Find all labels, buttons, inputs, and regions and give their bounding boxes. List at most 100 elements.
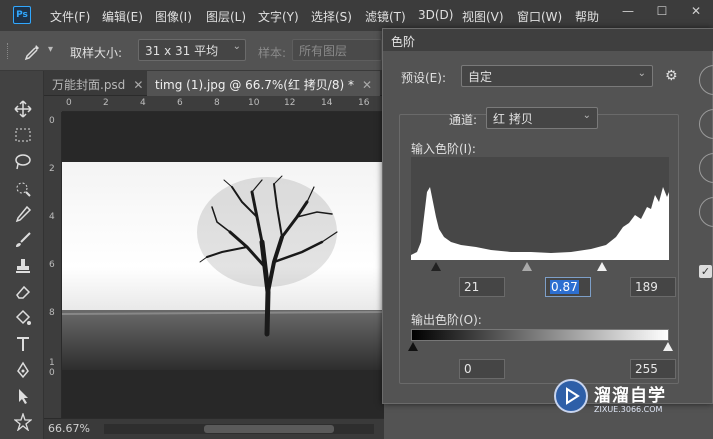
- horizontal-ruler: 0 2 4 6 8 10 12 14 16: [62, 96, 384, 112]
- ruler-tick: 2: [49, 164, 55, 174]
- status-bar: 66.67%: [44, 418, 384, 439]
- ruler-tick: 16: [358, 98, 370, 108]
- menu-layer[interactable]: 图层(L): [206, 8, 246, 25]
- output-black-slider[interactable]: [408, 342, 418, 351]
- lasso-tool-icon[interactable]: [10, 151, 36, 173]
- ruler-tick: 14: [321, 98, 333, 108]
- menu-view[interactable]: 视图(V): [462, 8, 504, 25]
- document-tabs: 万能封面.psd ✕ timg (1).jpg @ 66.7%(红 拷贝/8) *…: [44, 71, 384, 96]
- output-black-field[interactable]: 0: [459, 359, 505, 379]
- eyedropper-tool-icon[interactable]: [10, 203, 36, 225]
- tool-preset-chevron-icon[interactable]: ▾: [48, 44, 53, 55]
- vertical-ruler: 0 2 4 6 8 1 0: [44, 112, 62, 418]
- tab-label: 万能封面.psd: [52, 78, 126, 92]
- minimize-button[interactable]: —: [611, 0, 645, 22]
- ruler-tick: 6: [177, 98, 183, 108]
- menu-type[interactable]: 文字(Y): [258, 8, 299, 25]
- input-gamma-slider[interactable]: [522, 262, 532, 271]
- options-button[interactable]: [699, 197, 713, 227]
- watermark-url: ZIXUE.3066.COM: [594, 405, 663, 414]
- dialog-title[interactable]: 色阶: [383, 29, 713, 51]
- brush-tool-icon[interactable]: [10, 229, 36, 251]
- menu-filter[interactable]: 滤镜(T): [365, 8, 406, 25]
- menu-file[interactable]: 文件(F): [50, 8, 90, 25]
- photoshop-logo-icon[interactable]: Ps: [13, 6, 31, 24]
- channel-value: 红 拷贝: [493, 112, 533, 126]
- ruler-tick: 1 0: [49, 358, 55, 378]
- ruler-tick: 0: [49, 116, 55, 126]
- menu-image[interactable]: 图像(I): [155, 8, 192, 25]
- menu-bar: Ps 文件(F) 编辑(E) 图像(I) 图层(L) 文字(Y) 选择(S) 滤…: [0, 0, 713, 31]
- sample-size-select[interactable]: 31 x 31 平均 ⌄: [138, 39, 246, 61]
- marquee-tool-icon[interactable]: [10, 124, 36, 146]
- ruler-corner: [44, 96, 62, 112]
- horizontal-scrollbar[interactable]: [104, 424, 374, 434]
- move-tool-icon[interactable]: [10, 98, 36, 120]
- tab-timg-jpg[interactable]: timg (1).jpg @ 66.7%(红 拷贝/8) * ✕: [147, 71, 381, 96]
- tab-wanneng-psd[interactable]: 万能封面.psd ✕: [44, 71, 151, 96]
- watermark-title: 溜溜自学: [594, 386, 666, 406]
- input-white-slider[interactable]: [597, 262, 607, 271]
- input-white-field[interactable]: 189: [630, 277, 676, 297]
- custom-shape-tool-icon[interactable]: [10, 411, 36, 433]
- gear-icon[interactable]: ⚙: [665, 68, 678, 84]
- sample-layer-select[interactable]: 所有图层: [292, 39, 382, 61]
- window-controls: — ☐ ✕: [611, 0, 713, 22]
- ruler-tick: 2: [103, 98, 109, 108]
- play-logo-icon: [554, 379, 588, 413]
- paint-bucket-tool-icon[interactable]: [10, 307, 36, 329]
- channel-select[interactable]: 红 拷贝 ⌄: [486, 107, 598, 129]
- preset-label: 预设(E):: [401, 71, 446, 85]
- input-gamma-field[interactable]: 0.87: [545, 277, 591, 297]
- channel-label: 通道:: [449, 113, 478, 127]
- menu-3d[interactable]: 3D(D): [418, 8, 453, 22]
- chevron-down-icon: ⌄: [582, 110, 591, 121]
- histogram: [411, 157, 669, 260]
- close-icon[interactable]: ✕: [362, 78, 372, 92]
- sample-layer-label: 样本:: [258, 46, 287, 60]
- ruler-tick: 0: [66, 98, 72, 108]
- output-gradient: [411, 329, 669, 341]
- ruler-tick: 6: [49, 260, 55, 270]
- output-white-field[interactable]: 255: [630, 359, 676, 379]
- ruler-tick: 8: [49, 308, 55, 318]
- scroll-thumb[interactable]: [204, 425, 334, 433]
- menu-select[interactable]: 选择(S): [311, 8, 352, 25]
- ruler-tick: 10: [248, 98, 260, 108]
- ok-button[interactable]: [699, 65, 713, 95]
- menu-edit[interactable]: 编辑(E): [102, 8, 143, 25]
- chevron-down-icon: ⌄: [637, 68, 646, 79]
- preset-select[interactable]: 自定 ⌄: [461, 65, 653, 87]
- levels-dialog: 色阶 预设(E): 自定 ⌄ ⚙ 通道: 红 拷贝 ⌄ 输入色阶(I): 21 …: [382, 28, 713, 404]
- auto-button[interactable]: [699, 153, 713, 183]
- eyedropper-icon[interactable]: [22, 43, 42, 61]
- eraser-tool-icon[interactable]: [10, 281, 36, 303]
- ruler-tick: 8: [214, 98, 220, 108]
- stamp-tool-icon[interactable]: [10, 255, 36, 277]
- input-black-slider[interactable]: [431, 262, 441, 271]
- pen-tool-icon[interactable]: [10, 359, 36, 381]
- output-white-slider[interactable]: [663, 342, 673, 351]
- sample-size-label: 取样大小:: [70, 46, 123, 60]
- path-selection-tool-icon[interactable]: [10, 385, 36, 407]
- tree-photo: [62, 162, 384, 370]
- zoom-readout[interactable]: 66.67%: [48, 422, 90, 435]
- type-tool-icon[interactable]: [10, 333, 36, 355]
- sample-layer-value: 所有图层: [299, 44, 348, 58]
- input-gamma-value: 0.87: [550, 280, 579, 294]
- quick-select-tool-icon[interactable]: [10, 177, 36, 199]
- close-icon[interactable]: ✕: [133, 78, 143, 92]
- tab-label: timg (1).jpg @ 66.7%(红 拷贝/8) *: [155, 78, 354, 92]
- options-grip[interactable]: [7, 43, 10, 59]
- maximize-button[interactable]: ☐: [645, 0, 679, 22]
- cancel-button[interactable]: [699, 109, 713, 139]
- close-button[interactable]: ✕: [679, 0, 713, 22]
- input-black-field[interactable]: 21: [459, 277, 505, 297]
- sample-size-value: 31 x 31 平均: [145, 44, 219, 58]
- menu-help[interactable]: 帮助: [575, 8, 599, 25]
- input-levels-label: 输入色阶(I):: [411, 142, 476, 156]
- tools-panel: [0, 71, 44, 439]
- menu-window[interactable]: 窗口(W): [517, 8, 562, 25]
- ruler-tick: 4: [140, 98, 146, 108]
- preview-checkbox[interactable]: ✓: [699, 265, 712, 278]
